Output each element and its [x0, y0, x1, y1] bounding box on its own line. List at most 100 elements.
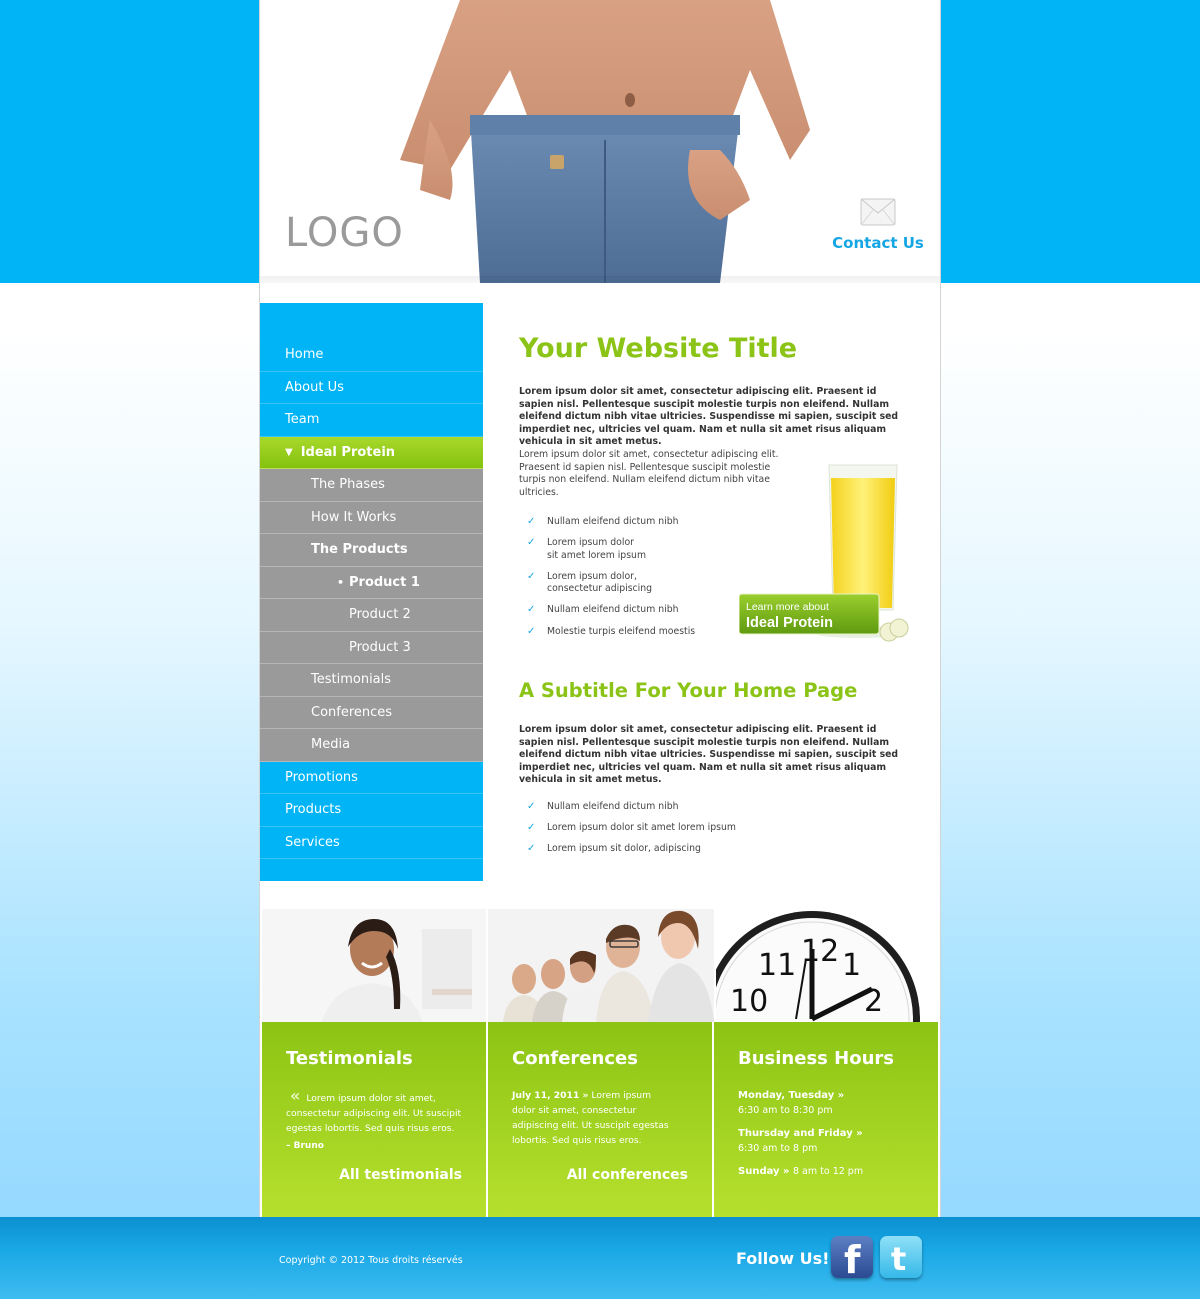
nav-label: The Phases [311, 477, 385, 492]
follow-us-label: Follow Us! [736, 1249, 830, 1268]
nav-item-ideal-protein[interactable]: ▼ Ideal Protein [260, 436, 483, 469]
feature-list-2: ✓ Nullam eleifend dictum nibh ✓ Lorem ipsu… [527, 801, 736, 864]
header-shadow [260, 276, 940, 283]
promo-line-1: Learn more about [746, 601, 829, 613]
feature-list: ✓ Nullam eleifend dictum nibh ✓ Lorem ipsu… [527, 516, 695, 647]
header: LOGO Contact Us [260, 0, 940, 283]
list-item-text: Lorem ipsum dolor sit amet lorem ipsum [547, 822, 736, 834]
list-item-text: Lorem ipsum dolor, [547, 570, 637, 582]
all-conferences-link[interactable]: All conferences [567, 1167, 688, 1183]
nav-label: How It Works [311, 509, 397, 525]
hours-time: 6:30 am to 8:30 pm [738, 1105, 833, 1116]
clock-number: 12 [801, 934, 839, 969]
nav-item-product-1[interactable]: • Product 1 [260, 566, 483, 599]
nav-item-products[interactable]: Products [260, 794, 483, 827]
testimonial-photo [262, 909, 486, 1022]
check-icon: ✓ [527, 516, 536, 527]
nav-label: Testimonials [311, 672, 392, 687]
nav-label: Product 3 [349, 639, 411, 655]
nav-item-home[interactable]: Home [260, 339, 483, 372]
all-testimonials-link[interactable]: All testimonials [339, 1167, 462, 1183]
list-item-text: sit amet lorem ipsum [547, 549, 646, 561]
twitter-icon[interactable]: t [880, 1236, 922, 1278]
nav-label: Media [311, 737, 351, 752]
contact-us-link[interactable]: Contact Us [828, 198, 928, 253]
nav-label: Services [285, 834, 340, 850]
sidebar: Home About Us Team ▼ Ideal Protein The Ph… [260, 303, 483, 881]
ideal-protein-promo[interactable]: Learn more about Ideal Protein [739, 460, 914, 645]
nav-label: Product 1 [349, 574, 420, 590]
nav-item-testimonials[interactable]: Testimonials [260, 664, 483, 697]
check-icon: ✓ [527, 822, 536, 834]
nav-item-media[interactable]: Media [260, 729, 483, 762]
copyright: Copyright © 2012 Tous droits réservés [279, 1255, 463, 1266]
nav-label: The Products [311, 542, 408, 557]
list-item: ✓ Lorem ipsum sit dolor, adipiscing [527, 843, 736, 856]
logo[interactable]: LOGO [285, 210, 404, 256]
clock-photo: 12 11 10 1 2 [716, 909, 940, 1022]
page-subtitle: A Subtitle For Your Home Page [519, 679, 858, 702]
hours-day: Thursday and Friday » [738, 1128, 863, 1139]
business-hours-title: Business Hours [738, 1048, 894, 1069]
conference-photo [488, 909, 714, 1022]
nav-item-promotions[interactable]: Promotions [260, 761, 483, 794]
business-hours-box: Business Hours Monday, Tuesday » 6:30 am… [714, 1022, 938, 1217]
hours-time: 6:30 am to 8 pm [738, 1143, 818, 1154]
list-item: ✓ Nullam eleifend dictum nibh [527, 604, 695, 617]
quote-icon: « [290, 1086, 301, 1105]
list-item: ✓ Nullam eleifend dictum nibh [527, 801, 736, 814]
check-icon: ✓ [527, 625, 536, 637]
hours-time: 8 am to 12 pm [792, 1166, 864, 1177]
nav-item-product-3[interactable]: Product 3 [260, 631, 483, 664]
list-item: ✓ Lorem ipsum dolor sit amet lorem ipsum [527, 822, 736, 835]
nav-label: Conferences [311, 704, 393, 720]
bullet-icon: • [337, 575, 345, 589]
nav-item-team[interactable]: Team [260, 404, 483, 437]
list-item-text: Nullam eleifend dictum nibh [547, 801, 679, 812]
list-item: ✓ Nullam eleifend dictum nibh [527, 516, 695, 529]
nav-label: Product 2 [349, 607, 411, 622]
facebook-icon[interactable]: f [831, 1236, 873, 1282]
clock-number: 11 [758, 948, 796, 983]
footer: Copyright © 2012 Tous droits réservés Fo… [0, 1217, 1200, 1299]
twitter-glyph: t [891, 1240, 907, 1278]
testimonials-body: «Lorem ipsum dolor sit amet, consectetur… [286, 1088, 466, 1154]
hours-day-label: Sunday » [738, 1166, 790, 1177]
list-item: ✓ Molestie turpis eleifend moestis [527, 626, 695, 639]
nav-item-about-us[interactable]: About Us [260, 371, 483, 404]
nav-item-conferences[interactable]: Conferences [260, 696, 483, 729]
envelope-icon [860, 198, 896, 226]
check-icon: ✓ [527, 570, 536, 582]
nav-label: About Us [285, 379, 344, 395]
list-item-text: Nullam eleifend dictum nibh [547, 604, 679, 616]
nav-item-the-products[interactable]: The Products [260, 534, 483, 567]
conferences-title: Conferences [512, 1048, 638, 1069]
list-item-text: Lorem ipsum sit dolor, adipiscing [547, 843, 701, 855]
nav-label: Team [285, 412, 320, 427]
testimonials-title: Testimonials [286, 1048, 413, 1069]
nav-item-how-it-works[interactable]: How It Works [260, 501, 483, 534]
business-hours-body: Monday, Tuesday » 6:30 am to 8:30 pm Thu… [738, 1088, 918, 1179]
nav-item-the-phases[interactable]: The Phases [260, 469, 483, 502]
testimonial-text: Lorem ipsum dolor sit amet, consectetur … [286, 1093, 462, 1134]
conference-date[interactable]: July 11, 2011 » [512, 1090, 588, 1101]
conferences-body: July 11, 2011 » Lorem ipsum dolor sit am… [512, 1088, 672, 1148]
check-icon: ✓ [527, 537, 536, 549]
list-item-text: Nullam eleifend dictum nibh [547, 516, 679, 527]
nav-item-services[interactable]: Services [260, 826, 483, 859]
nav-item-product-2[interactable]: Product 2 [260, 599, 483, 632]
nav-label: Home [285, 347, 324, 362]
list-item-text: Lorem ipsum dolor [547, 537, 634, 549]
clock-number: 1 [842, 948, 861, 983]
contact-us-label: Contact Us [832, 234, 924, 252]
feature-photos: 12 11 10 1 2 [262, 909, 940, 1022]
list-item-text: consectetur adipiscing [547, 583, 653, 595]
info-boxes: Testimonials «Lorem ipsum dolor sit amet… [261, 1022, 939, 1217]
check-icon: ✓ [527, 843, 536, 855]
conferences-box: Conferences July 11, 2011 » Lorem ipsum … [488, 1022, 712, 1217]
body-bold-paragraph: Lorem ipsum dolor sit amet, consectetur … [519, 724, 899, 786]
hours-day: Sunday » 8 am to 12 pm [738, 1164, 918, 1179]
facebook-glyph: f [844, 1238, 861, 1282]
testimonials-box: Testimonials «Lorem ipsum dolor sit amet… [262, 1022, 486, 1217]
list-item-text: Molestie turpis eleifend moestis [547, 625, 696, 637]
